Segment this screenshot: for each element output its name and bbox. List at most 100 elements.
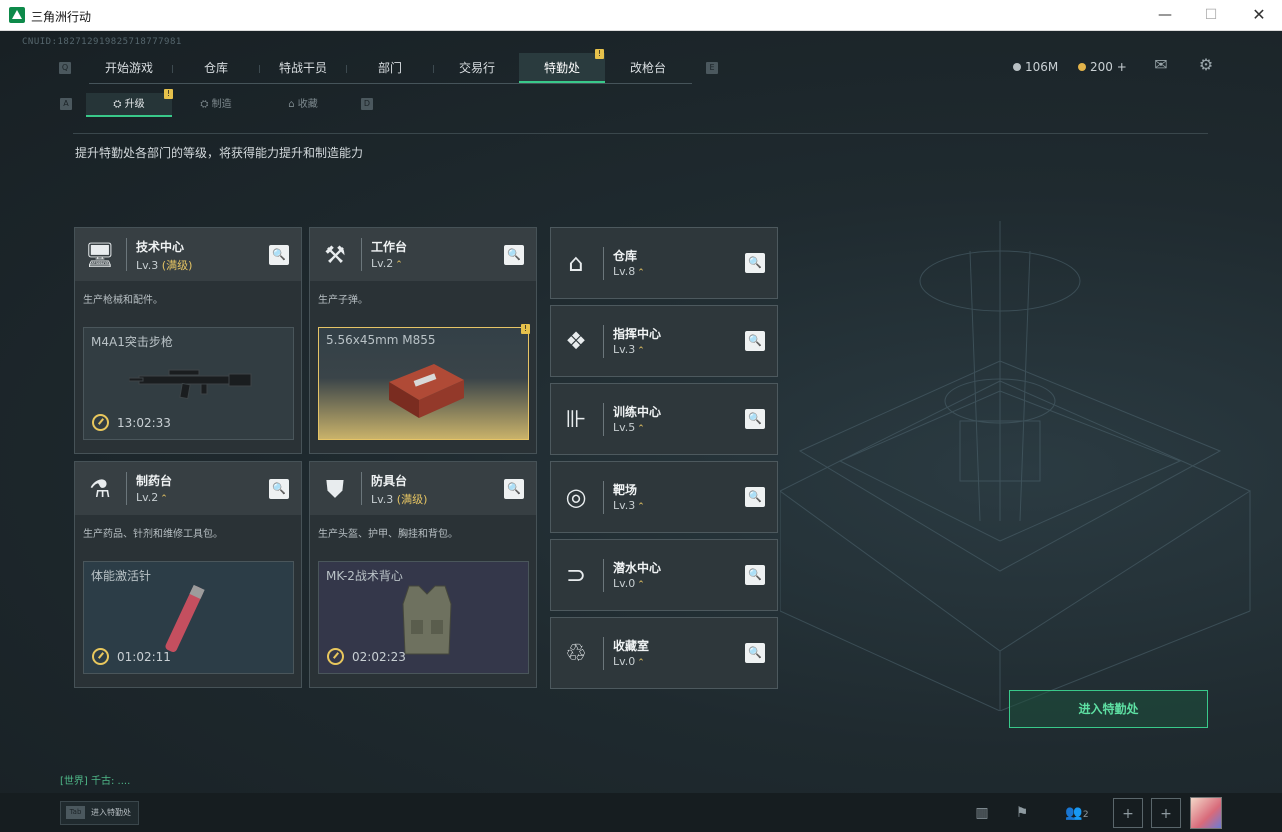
silver-currency[interactable]: 106M (1013, 60, 1058, 74)
production-slot[interactable]: MK-2战术背心 02:02:23 (318, 561, 529, 674)
world-chat-message[interactable]: [世界] 千古: .... (60, 772, 130, 787)
facility-level: Lv.5 ⌃ (613, 421, 645, 434)
facility-card-collection-room[interactable]: ♲ 收藏室 Lv.0 ⌃ 🔍 (550, 617, 778, 689)
department-level: Lv.2 ⌃ (371, 257, 403, 270)
tab-trading[interactable]: 交易行 (434, 53, 520, 83)
card-header: 🖥 技术中心 Lv.3 (满级) 🔍 (75, 228, 301, 281)
gold-coin-icon (1078, 63, 1086, 71)
facility-card-diving-center[interactable]: ⊃ 潜水中心 Lv.0 ⌃ 🔍 (550, 539, 778, 611)
search-icon[interactable]: 🔍 (745, 253, 765, 273)
department-card-pharmacy[interactable]: ⚗ 制药台 Lv.2 ⌃ 🔍 生产药品、针剂和维修工具包。 体能激活针 01:02… (74, 461, 302, 688)
subnav-next-key[interactable]: D (361, 98, 373, 110)
search-icon[interactable]: 🔍 (745, 487, 765, 507)
subtab-craft[interactable]: ⛭ 制造 (173, 93, 259, 117)
subtab-upgrade[interactable]: ⛭ 升级 (86, 93, 172, 117)
card-divider (361, 238, 362, 271)
subtab-craft-label: 制造 (211, 99, 232, 110)
gold-amount: 200 + (1090, 60, 1127, 74)
minimize-button[interactable]: — (1142, 0, 1188, 31)
tab-enter-shortcut[interactable]: Tab 进入特勤处 (60, 801, 139, 825)
facility-level: Lv.3 ⌃ (613, 499, 645, 512)
squad-icon: 👥 (1065, 805, 1083, 821)
dumbbell-icon: ⊪ (565, 405, 587, 433)
facility-card-command-center[interactable]: ❖ 指挥中心 Lv.3 ⌃ 🔍 (550, 305, 778, 377)
card-divider (126, 472, 127, 505)
facility-card-shooting-range[interactable]: ◎ 靶场 Lv.3 ⌃ 🔍 (550, 461, 778, 533)
department-name: 制药台 (136, 474, 173, 488)
avatar[interactable] (1190, 797, 1222, 829)
gold-currency[interactable]: 200 + (1078, 60, 1127, 74)
collection-icon: ⌂ (288, 99, 295, 110)
nav-next-key[interactable]: E (706, 62, 718, 74)
nav-prev-key[interactable]: Q (59, 62, 71, 74)
subtab-collection[interactable]: ⌂ 收藏 (260, 93, 346, 117)
upgrade-arrow-icon: ⌃ (637, 268, 645, 278)
close-button[interactable]: ✕ (1236, 0, 1282, 31)
page-description: 提升特勤处各部门的等级，将获得能力提升和制造能力 (75, 146, 364, 160)
tab-department[interactable]: 部门 (347, 53, 433, 83)
mail-icon[interactable]: ✉ (1151, 56, 1171, 74)
silver-amount: 106M (1025, 60, 1059, 74)
facility-name: 收藏室 (613, 639, 650, 653)
app-logo-icon (9, 7, 25, 23)
facility-level: Lv.3 ⌃ (613, 343, 645, 356)
search-icon[interactable]: 🔍 (269, 479, 289, 499)
department-name: 技术中心 (136, 240, 185, 254)
department-description: 生产子弹。 (318, 295, 368, 306)
tab-warehouse[interactable]: 仓库 (173, 53, 259, 83)
search-icon[interactable]: 🔍 (745, 565, 765, 585)
warehouse-icon: ⌂ (568, 249, 584, 277)
tab-special-ops[interactable]: 特勤处 (519, 53, 605, 83)
department-level: Lv.3 (满级) (371, 493, 428, 506)
upgrade-arrow-icon: ⌃ (637, 502, 645, 512)
silver-coin-icon (1013, 63, 1021, 71)
ammo-box-image (389, 364, 464, 418)
tab-shortcut-label: 进入特勤处 (91, 808, 131, 817)
squad-button[interactable]: 👥2 (1060, 798, 1094, 828)
department-card-tech-center[interactable]: 🖥 技术中心 Lv.3 (满级) 🔍 生产枪械和配件。 M4A1突击步枪 13:… (74, 227, 302, 454)
search-icon[interactable]: 🔍 (504, 245, 524, 265)
facility-name: 指挥中心 (613, 327, 662, 341)
upgrade-arrow-icon: ⌃ (637, 658, 645, 668)
enter-special-ops-button[interactable]: 进入特勤处 (1009, 690, 1208, 728)
department-level: Lv.2 ⌃ (136, 491, 168, 504)
stats-icon[interactable]: ▥ (967, 798, 997, 828)
facility-name: 训练中心 (613, 405, 662, 419)
facility-level: Lv.0 ⌃ (613, 655, 645, 668)
search-icon[interactable]: 🔍 (745, 331, 765, 351)
production-slot[interactable]: 体能激活针 01:02:11 (83, 561, 294, 674)
upgrade-arrow-icon: ⌃ (637, 424, 645, 434)
subnav-prev-key[interactable]: A (60, 98, 72, 110)
tab-notification-badge: ! (595, 49, 604, 59)
flag-icon[interactable]: ⚑ (1007, 798, 1037, 828)
maximize-button[interactable]: ☐ (1188, 0, 1234, 31)
department-card-armor-bench[interactable]: ⛊ 防具台 Lv.3 (满级) 🔍 生产头盔、护甲、胸挂和背包。 MK-2战术背… (309, 461, 537, 688)
production-slot[interactable]: 5.56x45mm M855 ! (318, 324, 530, 440)
tactical-vest-image (402, 585, 452, 655)
window-title: 三角洲行动 (31, 10, 92, 24)
facility-card-warehouse[interactable]: ⌂ 仓库 Lv.8 ⌃ 🔍 (550, 227, 778, 299)
window-titlebar: 三角洲行动 — ☐ ✕ (0, 0, 1282, 31)
product-notification-badge: ! (521, 324, 530, 334)
facility-level: Lv.0 ⌃ (613, 577, 645, 590)
department-card-workbench[interactable]: ⚒ 工作台 Lv.2 ⌃ 🔍 生产子弹。 5.56x45mm M855 ! (309, 227, 537, 454)
facility-card-training-center[interactable]: ⊪ 训练中心 Lv.5 ⌃ 🔍 (550, 383, 778, 455)
search-icon[interactable]: 🔍 (745, 643, 765, 663)
product-name: M4A1突击步枪 (91, 335, 173, 349)
add-friend-button[interactable]: + (1113, 798, 1143, 828)
card-header: ⛊ 防具台 Lv.3 (满级) 🔍 (310, 462, 536, 515)
add-slot-button[interactable]: + (1151, 798, 1181, 828)
production-slot[interactable]: M4A1突击步枪 13:02:33 (83, 327, 294, 440)
clock-icon (92, 414, 109, 431)
computer-icon: 🖥 (84, 241, 116, 269)
tab-gunsmith[interactable]: 改枪台 (605, 53, 691, 83)
tab-start-game[interactable]: 开始游戏 (86, 53, 172, 83)
search-icon[interactable]: 🔍 (745, 409, 765, 429)
craft-icon: ⛭ (200, 99, 209, 110)
gear-icon[interactable]: ⚙ (1196, 56, 1216, 74)
tab-operators[interactable]: 特战干员 (260, 53, 346, 83)
card-divider (126, 238, 127, 271)
search-icon[interactable]: 🔍 (269, 245, 289, 265)
target-icon: ◎ (565, 483, 587, 511)
search-icon[interactable]: 🔍 (504, 479, 524, 499)
